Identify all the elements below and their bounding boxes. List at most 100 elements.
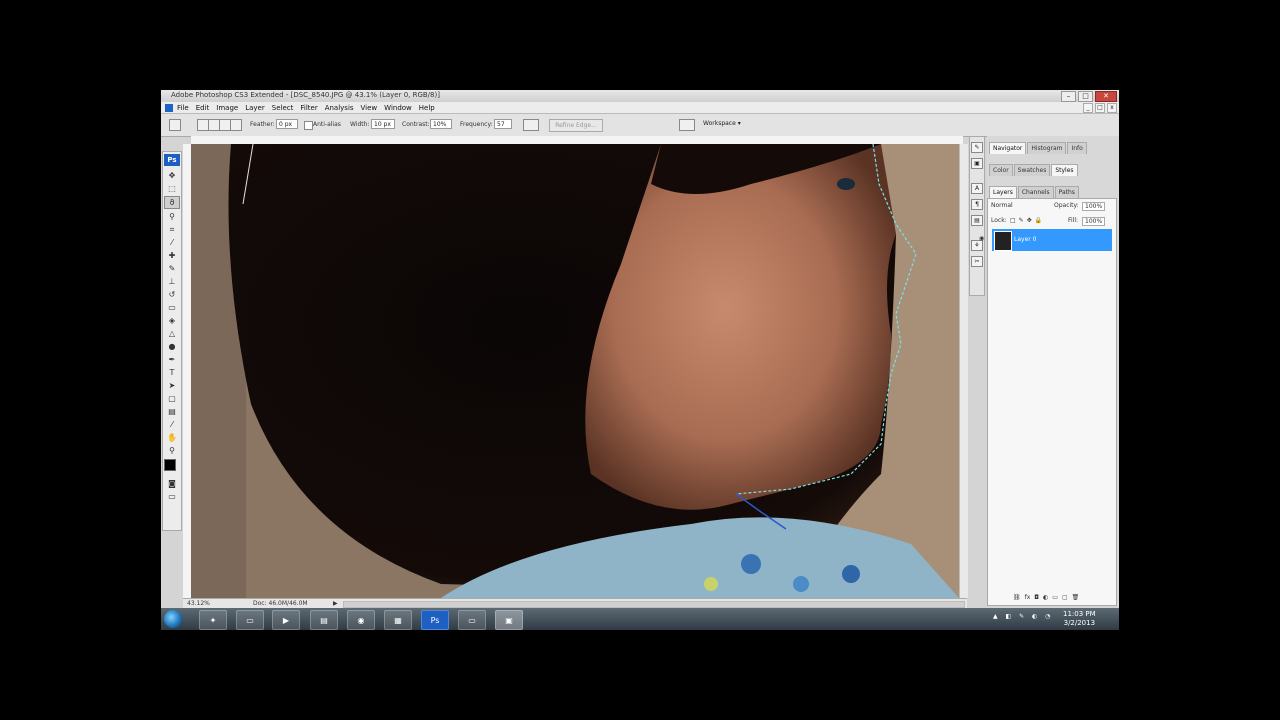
chrome-icon[interactable]: ◉ (347, 610, 375, 630)
new-layer-icon[interactable]: ▢ (1062, 594, 1068, 601)
photoshop-taskbar-icon[interactable]: Ps (421, 610, 449, 630)
foreground-color[interactable] (164, 459, 176, 471)
eyedropper-tool-icon[interactable]: ⁄ (165, 419, 179, 430)
media-player-icon[interactable]: ▶ (272, 610, 300, 630)
magic-wand-icon[interactable]: ⚲ (165, 211, 179, 222)
tab-paths[interactable]: Paths (1054, 186, 1079, 198)
fx-icon[interactable]: fx (1025, 594, 1031, 601)
menu-filter[interactable]: Filter (300, 104, 317, 112)
stamp-tool-icon[interactable]: ⊥ (165, 276, 179, 287)
tools-icon[interactable]: ✂ (971, 256, 983, 267)
pen-tool-icon[interactable]: ✒ (165, 354, 179, 365)
feather-input[interactable]: 0 px (276, 119, 298, 129)
maximize-button[interactable]: □ (1078, 91, 1093, 102)
quick-mask-icon[interactable]: ◙ (165, 478, 179, 489)
menu-file[interactable]: File (177, 104, 189, 112)
healing-brush-icon[interactable]: ✚ (165, 250, 179, 261)
path-selection-icon[interactable]: ➤ (165, 380, 179, 391)
width-input[interactable]: 10 px (371, 119, 395, 129)
doc-restore-button[interactable]: □ (1095, 103, 1105, 113)
hand-tool-icon[interactable]: ✋ (165, 432, 179, 443)
tab-styles[interactable]: Styles (1051, 164, 1078, 176)
menu-image[interactable]: Image (216, 104, 238, 112)
eraser-tool-icon[interactable]: ▭ (165, 302, 179, 313)
paragraph-icon[interactable]: ¶ (971, 199, 983, 210)
brushes-icon[interactable]: ✎ (971, 142, 983, 153)
system-tray[interactable]: ▲ ◧ ✎ ◐ ◔ (993, 613, 1053, 620)
mask-icon[interactable]: ◘ (1034, 594, 1039, 601)
vertical-scrollbar[interactable] (959, 144, 968, 598)
tab-layers[interactable]: Layers (989, 186, 1017, 198)
folder-icon[interactable]: ▤ (310, 610, 338, 630)
close-button[interactable]: ✕ (1095, 91, 1117, 102)
shape-tool-icon[interactable]: ▢ (165, 393, 179, 404)
tab-color[interactable]: Color (989, 164, 1013, 176)
menu-select[interactable]: Select (272, 104, 294, 112)
zoom-tool-icon[interactable]: ⚲ (165, 445, 179, 456)
doc-close-button[interactable]: x (1107, 103, 1117, 113)
move-tool-icon[interactable]: ✥ (165, 170, 179, 181)
intersect-selection-icon[interactable] (230, 119, 242, 131)
eye-icon[interactable]: ◉ (979, 235, 987, 243)
history-brush-icon[interactable]: ↺ (165, 289, 179, 300)
gradient-tool-icon[interactable]: ◈ (165, 315, 179, 326)
title-bar: Adobe Photoshop CS3 Extended - [DSC_8540… (161, 90, 1119, 102)
marquee-tool-icon[interactable]: ⬚ (165, 183, 179, 194)
workspace-button[interactable]: Workspace ▾ (703, 120, 741, 127)
opacity-input[interactable]: 100% (1082, 202, 1106, 211)
frequency-input[interactable]: 57 (494, 119, 512, 129)
app-icon[interactable] (165, 103, 173, 112)
capture-app-icon[interactable]: ▣ (495, 610, 523, 630)
document-canvas[interactable] (191, 144, 959, 598)
screen-mode-icon[interactable]: ▭ (165, 491, 179, 502)
lasso-tool-icon[interactable]: ϑ (164, 196, 180, 209)
menu-window[interactable]: Window (384, 104, 412, 112)
type-tool-icon[interactable]: T (165, 367, 179, 378)
ps-logo[interactable]: Ps (164, 154, 180, 166)
character-icon[interactable]: A (971, 183, 983, 194)
refine-edge-button[interactable]: Refine Edge... (549, 119, 603, 132)
tab-swatches[interactable]: Swatches (1013, 164, 1051, 176)
blur-tool-icon[interactable]: △ (165, 328, 179, 339)
panels-column: Navigator Histogram Info Color Swatches … (979, 136, 1119, 606)
tool-presets-icon[interactable]: ▣ (971, 158, 983, 169)
menu-edit[interactable]: Edit (196, 104, 210, 112)
network-app-icon[interactable]: ✦ (199, 610, 227, 630)
explorer-icon[interactable]: ▭ (236, 610, 264, 630)
dodge-tool-icon[interactable]: ● (165, 341, 179, 352)
trash-icon[interactable]: 🗑 (1072, 594, 1080, 601)
zoom-level[interactable]: 43.12% (187, 600, 210, 607)
menu-view[interactable]: View (361, 104, 378, 112)
menu-layer[interactable]: Layer (245, 104, 265, 112)
link-icon[interactable]: ⛓ (1013, 594, 1021, 601)
tab-histogram[interactable]: Histogram (1027, 142, 1067, 154)
clock[interactable]: 11:03 PM 3/2/2013 (1063, 610, 1096, 628)
horizontal-scrollbar[interactable] (343, 601, 965, 608)
document-icon[interactable]: ▦ (384, 610, 412, 630)
minimize-button[interactable]: – (1061, 91, 1076, 102)
blend-mode-select[interactable]: Normal (991, 202, 1013, 209)
menu-analysis[interactable]: Analysis (325, 104, 354, 112)
notes-tool-icon[interactable]: ▤ (165, 406, 179, 417)
slice-tool-icon[interactable]: ⁄ (165, 237, 179, 248)
explorer2-icon[interactable]: ▭ (458, 610, 486, 630)
group-icon[interactable]: ▭ (1052, 594, 1058, 601)
start-button[interactable] (164, 610, 182, 628)
tab-channels[interactable]: Channels (1017, 186, 1054, 198)
adjustment-icon[interactable]: ◐ (1043, 594, 1048, 601)
brush-tool-icon[interactable]: ✎ (165, 263, 179, 274)
contrast-input[interactable]: 10% (430, 119, 452, 129)
tablet-pressure-icon[interactable] (523, 119, 539, 131)
layer-row[interactable]: ◉ Layer 0 (979, 229, 1112, 251)
magnetic-lasso-icon[interactable] (169, 119, 181, 131)
file-browser-icon[interactable] (679, 119, 695, 131)
doc-minimize-button[interactable]: _ (1083, 103, 1093, 113)
crop-tool-icon[interactable]: ⌗ (165, 224, 179, 235)
color-swatches[interactable] (164, 459, 181, 476)
antialias-checkbox[interactable] (304, 121, 313, 130)
status-arrow-icon[interactable]: ▶ (333, 600, 338, 607)
tab-info[interactable]: Info (1067, 142, 1087, 154)
tab-navigator[interactable]: Navigator (989, 142, 1027, 154)
layer-comps-icon[interactable]: ▤ (971, 215, 983, 226)
menu-help[interactable]: Help (419, 104, 435, 112)
